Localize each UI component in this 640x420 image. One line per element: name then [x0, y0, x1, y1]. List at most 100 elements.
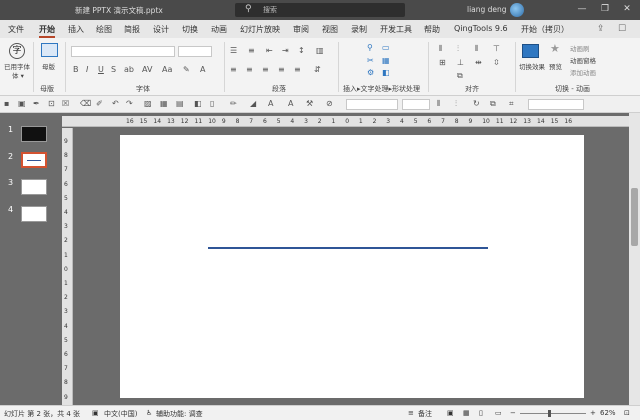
- tab-record[interactable]: 录制: [351, 24, 367, 35]
- decrease-indent-icon[interactable]: ⇤: [266, 46, 273, 56]
- search-box[interactable]: ⚲ 搜索: [235, 3, 405, 17]
- align-icon[interactable]: ⫴: [437, 99, 440, 109]
- shape-color-icon[interactable]: ◢: [250, 99, 256, 108]
- align-center-shape-icon[interactable]: ⫶: [457, 44, 459, 54]
- share-icon[interactable]: ⇪: [597, 24, 605, 34]
- increase-indent-icon[interactable]: ⇥: [282, 46, 289, 56]
- strikethrough-icon[interactable]: S: [111, 65, 116, 75]
- redo-icon[interactable]: ↷: [126, 99, 133, 108]
- align-center-icon[interactable]: ≡: [246, 65, 253, 75]
- vertical-scrollbar[interactable]: [629, 113, 640, 405]
- slide[interactable]: [120, 135, 584, 398]
- eraser-icon[interactable]: ⌫: [80, 99, 91, 108]
- tab-transitions[interactable]: 切换: [182, 24, 198, 35]
- highlight-icon[interactable]: ✎: [183, 65, 190, 75]
- brush-icon[interactable]: ⚒: [306, 99, 313, 108]
- font-color-icon[interactable]: A: [200, 65, 205, 75]
- add-animation-button[interactable]: 添加动画: [570, 67, 596, 77]
- text-direction-icon[interactable]: ⇵: [314, 65, 321, 75]
- text-shadow-icon[interactable]: AV: [142, 65, 152, 75]
- accessibility-status[interactable]: 辅助功能: 调查: [156, 409, 203, 419]
- line-spacing-icon[interactable]: ↕: [298, 46, 305, 56]
- tab-design[interactable]: 设计: [153, 24, 169, 35]
- fit-slide-icon[interactable]: ⊡: [624, 409, 630, 417]
- zoom-slider[interactable]: [520, 413, 586, 414]
- numbering-icon[interactable]: ≡: [248, 46, 255, 56]
- format-painter-icon[interactable]: ✐: [96, 99, 103, 108]
- close-button[interactable]: ✕: [620, 3, 634, 16]
- slide-thumbnail-3[interactable]: [21, 179, 47, 195]
- animation-painter-button[interactable]: 动画刷: [570, 43, 590, 53]
- distribute-h-icon[interactable]: ⇹: [475, 58, 482, 68]
- pen-icon[interactable]: ✏: [230, 99, 237, 108]
- ink-icon[interactable]: ✒: [33, 99, 40, 108]
- crop-icon[interactable]: ⌗: [509, 99, 514, 109]
- tab-file[interactable]: 文件: [8, 24, 24, 35]
- zoom-out-icon[interactable]: −: [510, 409, 516, 417]
- proofing-icon[interactable]: ▣: [92, 409, 99, 417]
- tab-help[interactable]: 帮助: [424, 24, 440, 35]
- accessibility-icon[interactable]: ♿: [146, 409, 152, 417]
- group-shapes-icon[interactable]: ⧉: [457, 71, 463, 81]
- select-icon[interactable]: ▪: [4, 99, 9, 108]
- restore-button[interactable]: ❐: [598, 3, 612, 16]
- underline-icon[interactable]: U: [98, 65, 104, 75]
- align-bottom-shape-icon[interactable]: ⊥: [457, 58, 464, 68]
- comment-icon[interactable]: ☐: [618, 24, 626, 34]
- rotate-icon[interactable]: ↻: [473, 99, 480, 108]
- distribute-v-icon[interactable]: ⇳: [493, 58, 500, 68]
- qat-select-1[interactable]: [346, 99, 398, 110]
- distribute-icon-2[interactable]: ⫶: [455, 99, 457, 109]
- avatar[interactable]: [510, 3, 524, 17]
- minimize-button[interactable]: —: [575, 3, 589, 16]
- slideshow-view-icon[interactable]: ▭: [495, 409, 502, 417]
- animation-pane-button[interactable]: 动画窗格: [570, 55, 596, 65]
- tab-review[interactable]: 审阅: [293, 24, 309, 35]
- undo-icon[interactable]: ↶: [112, 99, 119, 108]
- zoom-level[interactable]: 62%: [600, 409, 616, 417]
- horizontal-line-shape[interactable]: [208, 247, 488, 249]
- tab-view[interactable]: 视图: [322, 24, 338, 35]
- notes-button[interactable]: 备注: [418, 409, 432, 419]
- tab-animations[interactable]: 动画: [211, 24, 227, 35]
- char-spacing-icon[interactable]: ab: [124, 65, 134, 75]
- text-tool-2-icon[interactable]: ▦: [382, 56, 390, 66]
- columns-icon[interactable]: ▥: [316, 46, 324, 56]
- user-name[interactable]: liang deng: [467, 5, 507, 14]
- justify-icon[interactable]: ≡: [278, 65, 285, 75]
- qat-select-3[interactable]: [528, 99, 584, 110]
- distribute-icon[interactable]: ≡: [294, 65, 301, 75]
- lock-icon[interactable]: ⊘: [326, 99, 333, 108]
- tab-developer[interactable]: 开发工具: [380, 24, 412, 35]
- bold-icon[interactable]: B: [73, 65, 79, 75]
- format-tool-icon[interactable]: ⚙: [367, 68, 374, 78]
- preview-button[interactable]: 预览: [549, 61, 562, 71]
- text-color-icon[interactable]: A: [268, 99, 273, 108]
- checkbox-icon[interactable]: ☒: [62, 99, 69, 108]
- align-left-icon[interactable]: ≡: [230, 65, 237, 75]
- shape-fill-icon[interactable]: ▣: [18, 99, 26, 108]
- textbox-icon[interactable]: ▤: [176, 99, 184, 108]
- zoom-in-icon[interactable]: +: [590, 409, 596, 417]
- zoom-slider-handle[interactable]: [548, 410, 551, 417]
- picture-icon[interactable]: ▨: [144, 99, 152, 108]
- arrange-icon[interactable]: ⊡: [48, 99, 55, 108]
- slide-thumbnail-4[interactable]: [21, 206, 47, 222]
- align-right-shape-icon[interactable]: ⫴: [475, 44, 478, 54]
- font-color-icon-2[interactable]: A: [288, 99, 293, 108]
- tab-draw[interactable]: 绘图: [96, 24, 112, 35]
- font-family-select[interactable]: [71, 46, 175, 57]
- fill-icon[interactable]: ◧: [194, 99, 202, 108]
- qat-select-2[interactable]: [402, 99, 430, 110]
- shape-tool-icon[interactable]: ⚲: [367, 43, 373, 53]
- italic-icon[interactable]: I: [86, 65, 88, 75]
- tab-slideshow[interactable]: 幻灯片放映: [240, 24, 280, 35]
- font-size-select[interactable]: [178, 46, 212, 57]
- outline-icon[interactable]: ▯: [210, 99, 214, 108]
- language[interactable]: 中文(中国): [104, 409, 137, 419]
- align-middle-shape-icon[interactable]: ⊞: [439, 58, 446, 68]
- text-tool-icon[interactable]: ✂: [367, 56, 374, 66]
- notes-icon[interactable]: ≡: [408, 409, 414, 417]
- change-case-icon[interactable]: Aa: [162, 65, 172, 75]
- align-left-shape-icon[interactable]: ⫴: [439, 44, 442, 54]
